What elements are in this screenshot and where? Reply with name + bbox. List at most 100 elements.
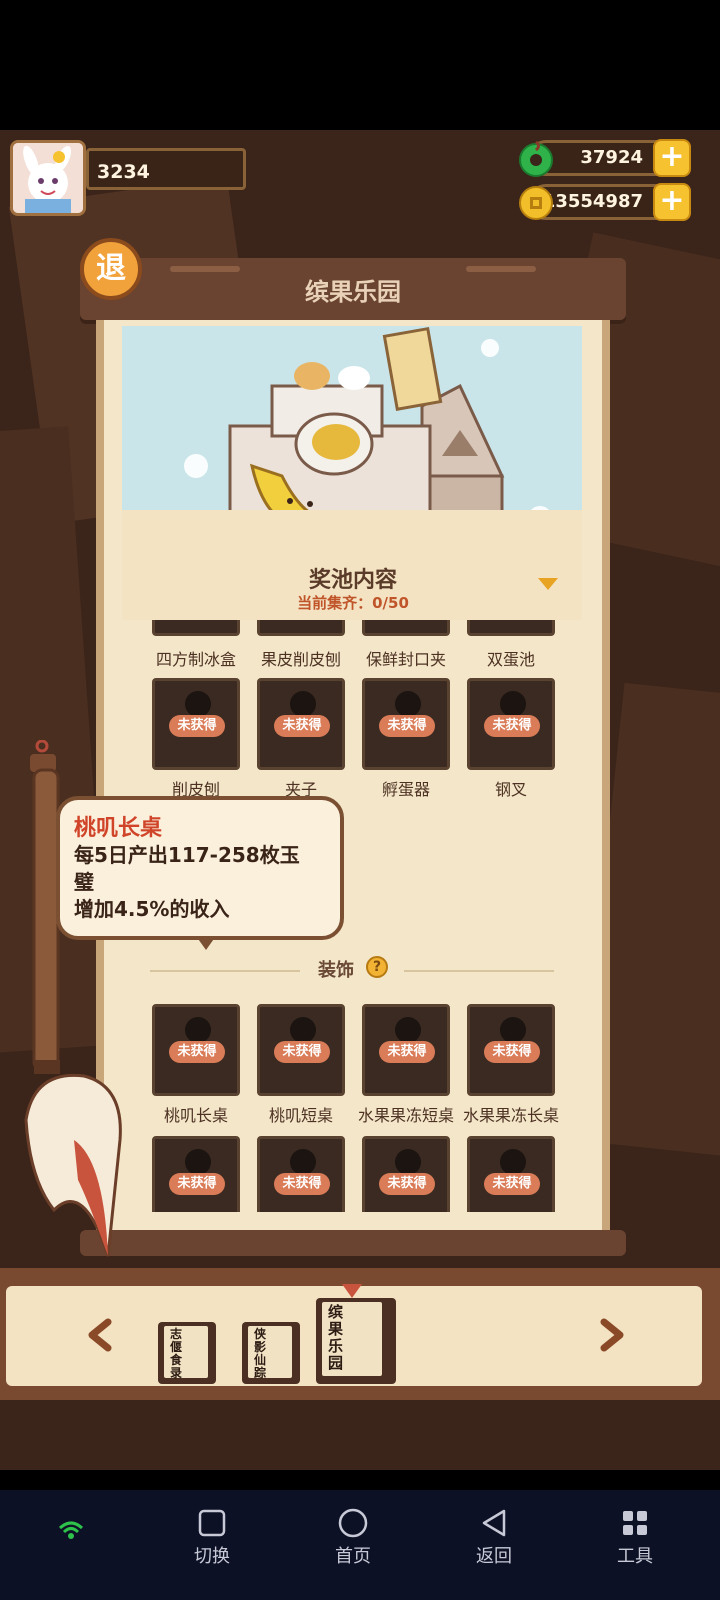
- item-label: 双蛋池: [486, 650, 535, 669]
- coin-amount: 13554987: [542, 191, 643, 212]
- collectible-card[interactable]: [152, 620, 240, 636]
- nav-tools-button[interactable]: 工具: [595, 1504, 675, 1568]
- album-book[interactable]: 侠影仙踪: [242, 1322, 300, 1384]
- add-coins-button[interactable]: +: [653, 183, 691, 221]
- item-label: 钢叉: [494, 780, 527, 799]
- item-silhouette: [185, 1017, 211, 1043]
- jade-currency: 37924 +: [519, 139, 691, 177]
- item-label: 桃叽长桌: [163, 1106, 228, 1125]
- item-label: 果皮削皮刨: [260, 650, 341, 669]
- collectible-card[interactable]: [257, 620, 345, 636]
- item-silhouette: [290, 1149, 316, 1175]
- item-silhouette: [395, 1017, 421, 1043]
- jade-amount: 37924: [580, 147, 643, 168]
- decor-card[interactable]: 未获得: [362, 1004, 450, 1096]
- jade-icon: [517, 140, 555, 178]
- nav-back-label: 返回: [476, 1546, 512, 1567]
- game-screen: 3234 37924 + 13554987 + 缤果乐园 退 奖池内容 当前集齐…: [0, 130, 720, 1470]
- nav-back-button[interactable]: 返回: [454, 1504, 534, 1568]
- decor-card[interactable]: 未获得: [257, 1004, 345, 1096]
- tooltip-income: 增加4.5%的收入: [74, 897, 230, 921]
- tooltip-output: 每5日产出117-258枚玉: [74, 843, 300, 867]
- collectible-card[interactable]: [467, 620, 555, 636]
- tooltip-title: 桃叽长桌: [74, 816, 163, 841]
- item-silhouette: [290, 1017, 316, 1043]
- expand-chevron-icon[interactable]: [538, 578, 558, 590]
- decor-help-button[interactable]: ?: [366, 956, 388, 978]
- back-triangle-icon: [454, 1504, 534, 1542]
- locked-badge: 未获得: [169, 1041, 225, 1063]
- selected-marker: [342, 1284, 362, 1298]
- player-avatar[interactable]: [10, 140, 86, 216]
- coin-icon: [517, 184, 555, 222]
- album-title: 缤果乐园: [305, 278, 401, 306]
- item-silhouette: [185, 691, 211, 717]
- item-silhouette: [500, 691, 526, 717]
- item-label: 水果果冻长桌: [462, 1106, 559, 1125]
- collectible-card[interactable]: 未获得: [152, 678, 240, 770]
- item-label: 孵蛋器: [381, 780, 430, 799]
- system-navigation-bar: 切换 首页 返回 工具: [0, 1490, 720, 1600]
- album-selector-tray: 志偃食录 侠影仙踪 缤果乐园: [6, 1284, 702, 1386]
- item-tooltip: 桃叽长桌 每5日产出117-258枚玉 璧 增加4.5%的收入: [56, 796, 344, 950]
- album-bottom-roller: [80, 1230, 626, 1256]
- prev-arrow-icon[interactable]: [84, 1318, 118, 1352]
- collectible-card[interactable]: [362, 620, 450, 636]
- item-label: 桃叽短桌: [268, 1106, 333, 1125]
- section-divider: [404, 970, 554, 972]
- album-book[interactable]: 志偃食录: [158, 1322, 216, 1384]
- item-silhouette: [395, 691, 421, 717]
- next-arrow-icon[interactable]: [594, 1318, 628, 1352]
- nav-switch-label: 切换: [194, 1546, 230, 1567]
- add-jade-button[interactable]: +: [653, 139, 691, 177]
- decor-card[interactable]: 未获得: [467, 1004, 555, 1096]
- item-silhouette: [395, 1149, 421, 1175]
- nav-switch-button[interactable]: 切换: [172, 1504, 252, 1568]
- collection-progress: 当前集齐：0/50: [297, 594, 409, 612]
- section-title-decor: 装饰: [318, 960, 354, 981]
- player-score: 3234: [86, 148, 246, 190]
- tooltip-tail: [196, 936, 216, 950]
- locked-badge: 未获得: [169, 1173, 225, 1195]
- decor-card[interactable]: 未获得: [152, 1004, 240, 1096]
- item-silhouette: [500, 1149, 526, 1175]
- locked-badge: 未获得: [169, 715, 225, 737]
- item-label: 四方制冰盒: [155, 650, 236, 669]
- locked-badge: 未获得: [379, 1173, 435, 1195]
- decor-card[interactable]: 未获得: [257, 1136, 345, 1212]
- decor-card[interactable]: 未获得: [467, 1136, 555, 1212]
- locked-badge: 未获得: [274, 1173, 330, 1195]
- wifi-icon: [58, 1520, 84, 1544]
- nav-tools-label: 工具: [617, 1546, 653, 1567]
- nav-home-label: 首页: [335, 1546, 371, 1567]
- locked-badge: 未获得: [484, 1173, 540, 1195]
- item-silhouette: [500, 1017, 526, 1043]
- locked-badge: 未获得: [274, 715, 330, 737]
- item-label: 保鲜封口夹: [365, 650, 446, 669]
- prize-pool-title: 奖池内容: [308, 568, 397, 593]
- square-icon: [172, 1504, 252, 1542]
- grid-icon: [595, 1504, 675, 1542]
- collectible-card[interactable]: 未获得: [362, 678, 450, 770]
- locked-badge: 未获得: [379, 715, 435, 737]
- collectible-card[interactable]: 未获得: [467, 678, 555, 770]
- coin-currency: 13554987 +: [519, 183, 691, 221]
- album-selector-bar: 志偃食录 侠影仙踪 缤果乐园: [0, 1268, 720, 1400]
- nav-home-button[interactable]: 首页: [313, 1504, 393, 1568]
- tooltip-output-cont: 璧: [74, 870, 94, 894]
- item-silhouette: [290, 691, 316, 717]
- locked-badge: 未获得: [379, 1041, 435, 1063]
- collectible-card[interactable]: 未获得: [257, 678, 345, 770]
- locked-badge: 未获得: [274, 1041, 330, 1063]
- section-divider: [150, 970, 300, 972]
- book-label: 缤果乐园: [328, 1303, 344, 1372]
- album-book-selected[interactable]: 缤果乐园: [316, 1298, 396, 1384]
- item-silhouette: [185, 1149, 211, 1175]
- item-label: 水果果冻短桌: [357, 1106, 454, 1125]
- locked-badge: 未获得: [484, 1041, 540, 1063]
- decor-card[interactable]: 未获得: [152, 1136, 240, 1212]
- circle-icon: [313, 1504, 393, 1542]
- book-label: 志偃食录: [170, 1327, 183, 1380]
- decor-card[interactable]: 未获得: [362, 1136, 450, 1212]
- exit-button[interactable]: 退: [80, 238, 142, 300]
